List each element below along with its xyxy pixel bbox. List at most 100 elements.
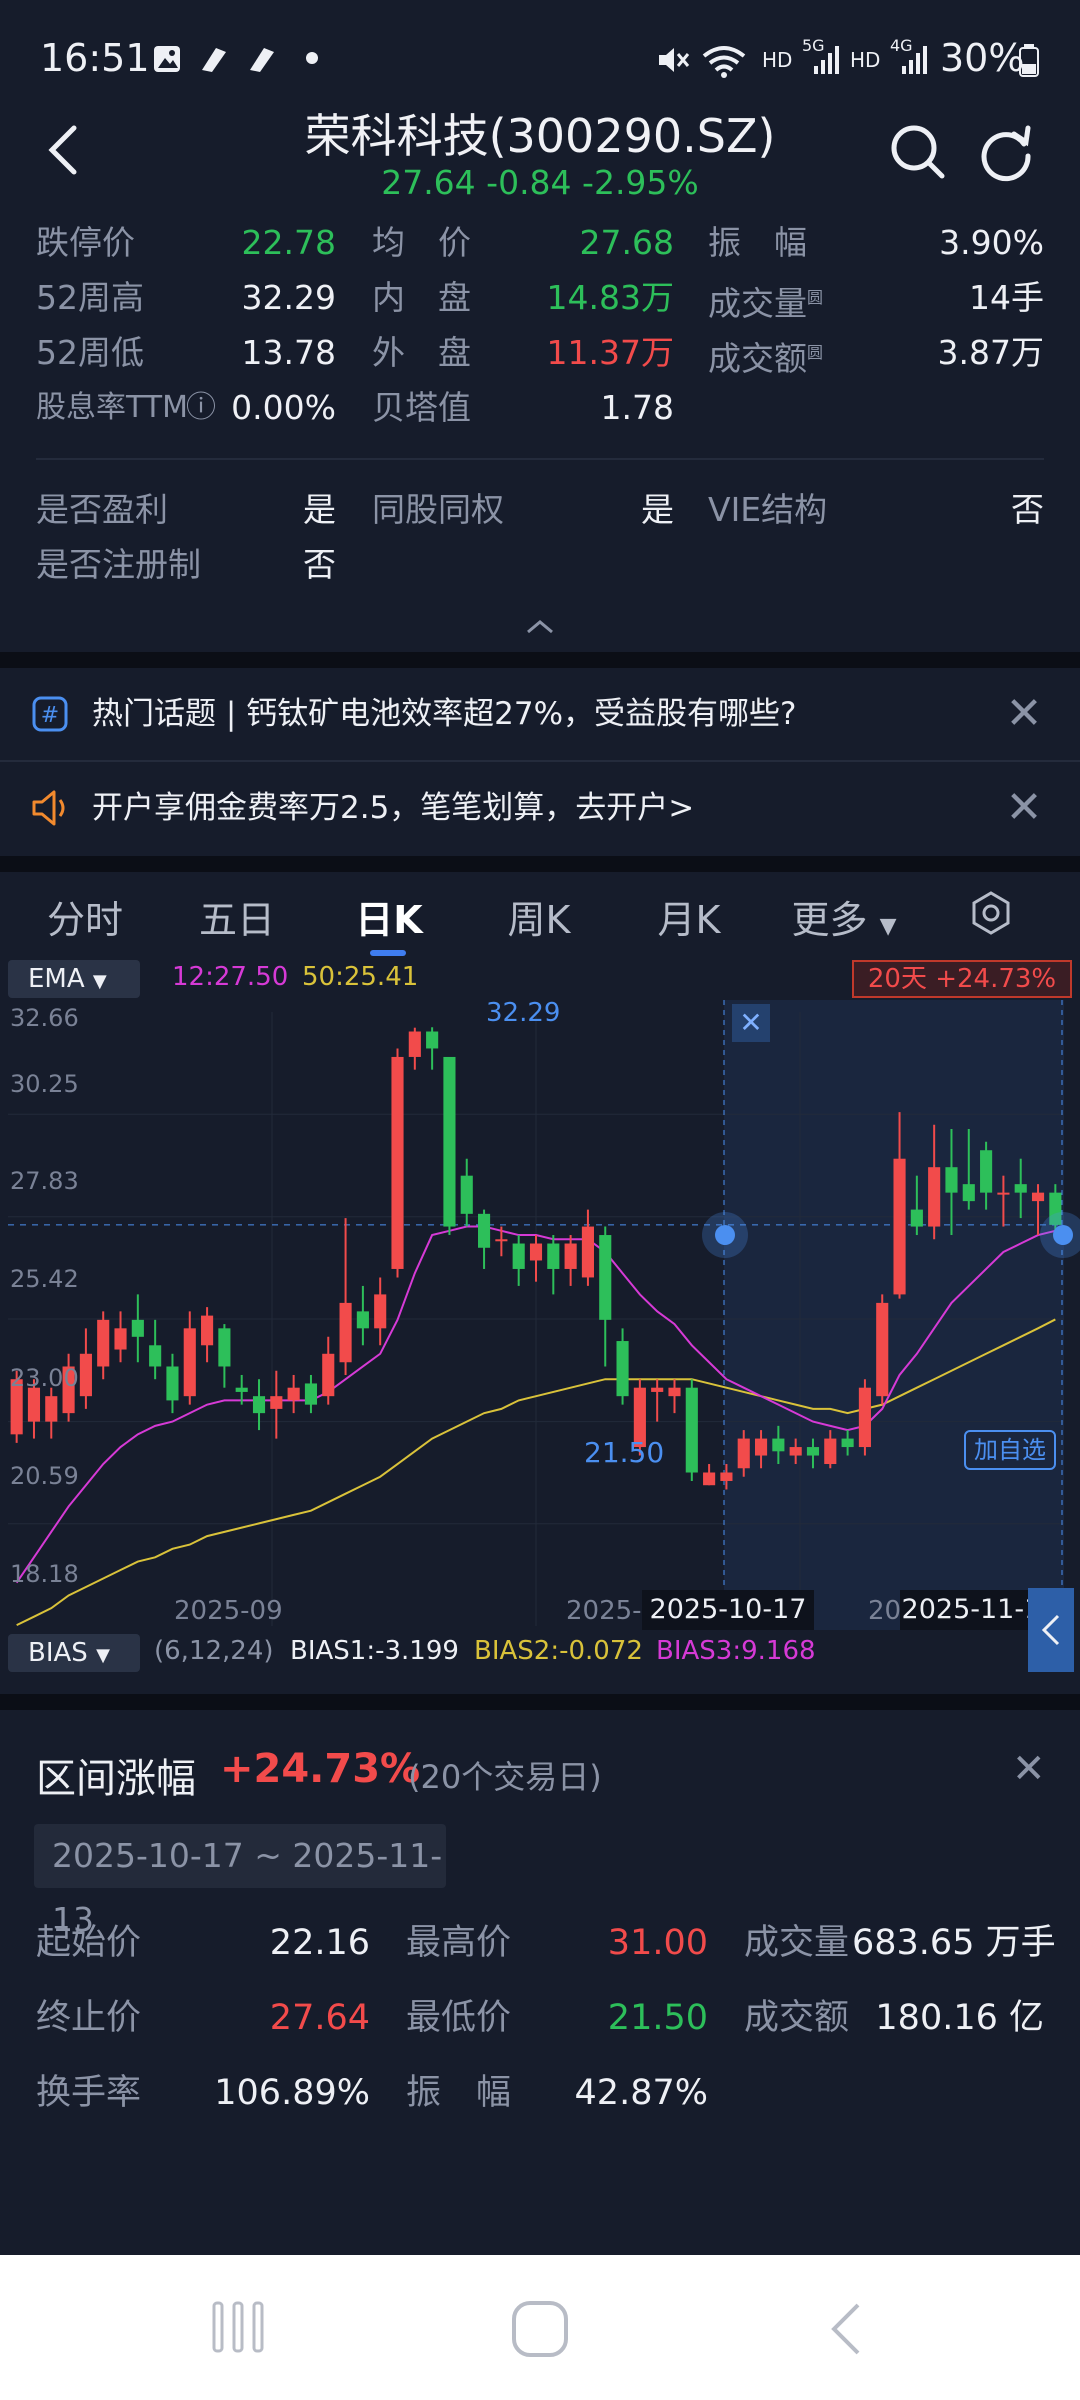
status-time: 16:51 <box>40 36 150 80</box>
candle-body <box>772 1438 785 1452</box>
candle-body <box>287 1387 300 1401</box>
panel-stat-value: 27.64 <box>269 1998 370 2038</box>
date-range-chip: 2025-10-17 ~ 2025-11-13 <box>34 1824 446 1939</box>
flag-value: 是 <box>641 490 674 529</box>
close-icon[interactable]: ✕ <box>1012 1746 1046 1792</box>
panel-stat-label: 振 幅 <box>406 2073 512 2113</box>
x-tick: 2025- <box>566 1596 642 1626</box>
candle-body <box>980 1150 993 1193</box>
candle-body <box>304 1383 318 1405</box>
expand-side-panel-button[interactable] <box>1028 1588 1074 1672</box>
collapse-button[interactable] <box>520 610 560 650</box>
flag-label: VIE结构 <box>708 490 828 529</box>
candle-body <box>27 1387 41 1422</box>
refresh-icon <box>981 125 1031 182</box>
recent-apps-button[interactable] <box>208 2297 268 2361</box>
candle-body <box>720 1472 733 1481</box>
tab-monthly-k[interactable]: 月K <box>634 890 744 950</box>
stat-label: 成交量圆 <box>708 284 824 323</box>
stat-value: 3.87万 <box>937 333 1044 372</box>
stat-value: 1.78 <box>600 388 674 427</box>
app-notification-icon-2 <box>246 44 278 74</box>
panel-stat-value: 31.00 <box>607 1923 708 1963</box>
panel-stat-value: 180.16 亿 <box>875 1998 1044 2038</box>
range-change-badge: 20天 +24.73% <box>852 960 1072 998</box>
candle-body <box>339 1302 352 1363</box>
system-back-button[interactable] <box>820 2297 870 2365</box>
battery-icon <box>1018 44 1040 77</box>
tab-daily-k[interactable]: 日K <box>334 890 444 950</box>
candle-body <box>45 1396 58 1422</box>
section-separator <box>0 1694 1080 1710</box>
candle-body <box>547 1243 560 1269</box>
y-tick: 23.00 <box>10 1364 79 1392</box>
flag-value: 否 <box>303 545 336 584</box>
divider <box>36 458 1044 460</box>
back-icon <box>831 2303 860 2355</box>
indicator-selector[interactable]: EMA ▼ <box>8 960 140 998</box>
y-tick: 27.83 <box>10 1167 79 1195</box>
selected-range-highlight <box>724 1000 1064 1630</box>
tab-more[interactable]: 更多 ▼ <box>774 890 914 950</box>
panel-stat-label: 起始价 <box>36 1923 142 1963</box>
candle-body <box>97 1319 110 1367</box>
notice-open-account[interactable]: 开户享佣金费率万2.5，笔笔划算，去开户> ✕ <box>0 762 1080 854</box>
stat-value: 32.29 <box>241 278 336 317</box>
candle-body <box>183 1328 196 1397</box>
kline-chart[interactable]: EMA ▼ 12:27.50 50:25.41 20天 +24.73% 32.6… <box>0 960 1080 1672</box>
panel-stat-value: 42.87% <box>574 2073 708 2113</box>
candle-body <box>876 1302 889 1397</box>
gallery-icon <box>152 44 182 74</box>
close-icon[interactable]: ✕ <box>1004 762 1044 854</box>
panel-stat-value: 683.65 万手 <box>852 1923 1056 1963</box>
home-button[interactable] <box>508 2297 572 2365</box>
candle-body <box>858 1387 871 1448</box>
stat-label: 52周高 <box>36 278 144 317</box>
ema50-value: 50:25.41 <box>302 962 419 992</box>
app-notification-icon <box>198 44 230 74</box>
x-tick: 20 <box>868 1596 902 1626</box>
tab-five-day[interactable]: 五日 <box>182 890 292 950</box>
bias1-value: BIAS1:-3.199 <box>290 1636 459 1666</box>
y-tick: 25.42 <box>10 1265 79 1293</box>
candle-body <box>512 1243 525 1269</box>
candle-body <box>218 1328 231 1367</box>
candle-body <box>737 1438 750 1469</box>
close-icon[interactable]: ✕ <box>1004 668 1044 760</box>
notice-text: 开户享佣金费率万2.5，笔笔划算，去开户> <box>92 790 695 826</box>
range-end-handle[interactable] <box>1040 1212 1080 1258</box>
add-to-watchlist-button[interactable]: 加自选 <box>964 1430 1056 1470</box>
notice-hot-topic[interactable]: # 热门话题 | 钙钛矿电池效率超27%，受益股有哪些? ✕ <box>0 668 1080 760</box>
section-separator <box>0 856 1080 872</box>
refresh-button[interactable] <box>976 122 1036 182</box>
signal-icon-1 <box>812 44 842 74</box>
candle-body <box>564 1243 577 1269</box>
stat-value: 22.78 <box>241 223 336 262</box>
sub-indicator-selector[interactable]: BIAS ▼ <box>8 1634 140 1672</box>
info-icon[interactable]: ⓘ <box>186 383 216 433</box>
flag-label: 是否注册制 <box>36 545 201 584</box>
notice-text: 热门话题 | 钙钛矿电池效率超27%，受益股有哪些? <box>92 696 797 732</box>
candle-body <box>824 1438 837 1465</box>
candle-body <box>166 1366 179 1401</box>
candle-body <box>252 1396 266 1414</box>
candle-body <box>149 1345 162 1367</box>
chart-settings-button[interactable] <box>966 888 1016 942</box>
candle-body <box>356 1311 369 1329</box>
stat-label: 成交额圆 <box>708 339 824 378</box>
wifi-icon <box>702 44 746 78</box>
range-start-handle[interactable] <box>702 1212 748 1258</box>
panel-stat-label: 终止价 <box>36 1998 142 2038</box>
home-icon <box>512 2301 568 2357</box>
candle-body <box>754 1438 768 1456</box>
more-notifications-dot <box>306 52 318 64</box>
tab-intraday[interactable]: 分时 <box>30 890 140 950</box>
search-button[interactable] <box>888 122 948 182</box>
tab-weekly-k[interactable]: 周K <box>484 890 594 950</box>
y-tick: 32.66 <box>10 1004 79 1032</box>
x-tick: 2025-09 <box>174 1596 283 1626</box>
stat-label: 振 幅 <box>708 223 807 262</box>
candle-body <box>893 1158 906 1295</box>
clear-range-button[interactable]: ✕ <box>732 1004 770 1042</box>
megaphone-icon <box>30 788 70 832</box>
